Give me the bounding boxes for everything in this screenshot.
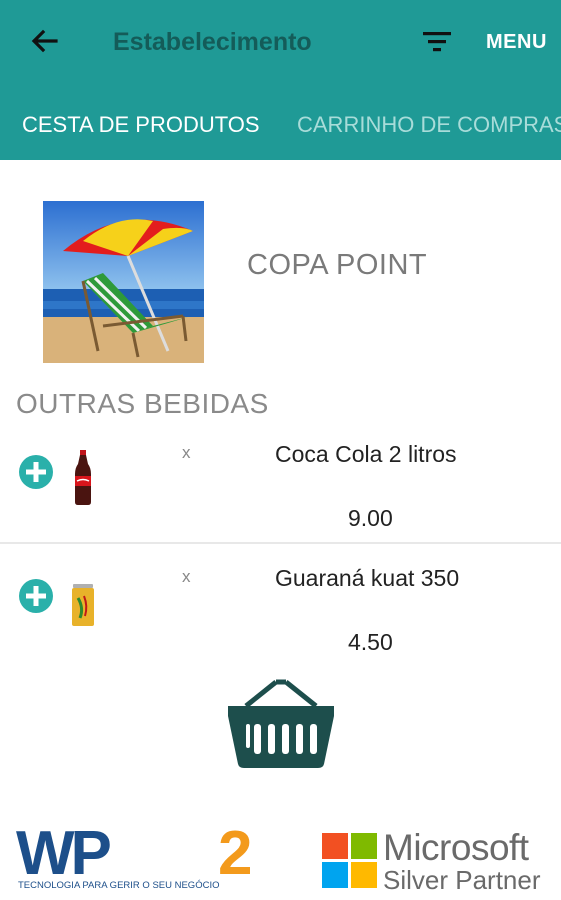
microsoft-logo xyxy=(322,833,378,889)
tab-carrinho-de-compras[interactable]: CARRINHO DE COMPRAS xyxy=(297,110,561,140)
divider xyxy=(0,542,561,544)
product-row: x Coca Cola 2 litros 9.00 xyxy=(0,424,561,546)
product-row: x Guaraná kuat 350 4.50 xyxy=(0,548,561,670)
tab-bar: CESTA DE PRODUTOS CARRINHO DE COMPRAS xyxy=(0,96,561,160)
store-name: COPA POINT xyxy=(247,249,428,281)
product-price: 9.00 xyxy=(348,505,393,531)
partner-level: Silver Partner xyxy=(383,865,541,895)
app-bar: Estabelecimento MENU CESTA DE PRODUTOS C… xyxy=(0,0,561,160)
svg-text:TECNOLOGIA PARA GERIR O SEU NE: TECNOLOGIA PARA GERIR O SEU NEGÓCIO xyxy=(18,880,219,891)
svg-text:2: 2 xyxy=(218,826,252,888)
partner-name: Microsoft xyxy=(383,827,529,868)
page-title: Estabelecimento xyxy=(113,28,312,56)
back-arrow-icon[interactable] xyxy=(26,24,62,60)
add-circle-icon[interactable] xyxy=(18,578,54,614)
guarana-can-icon xyxy=(70,574,96,630)
quantity-marker: x xyxy=(182,567,191,586)
product-name: Coca Cola 2 litros xyxy=(275,441,457,467)
basket-icon[interactable] xyxy=(224,676,338,770)
section-title: OUTRAS BEBIDAS xyxy=(16,388,269,419)
tab-cesta-de-produtos[interactable]: CESTA DE PRODUTOS xyxy=(22,110,260,140)
product-price: 4.50 xyxy=(348,629,393,655)
quantity-marker: x xyxy=(182,443,191,462)
filter-icon[interactable] xyxy=(420,26,454,58)
store-image xyxy=(43,201,204,363)
cola-bottle-icon xyxy=(70,450,96,506)
svg-text:WP: WP xyxy=(16,826,111,888)
menu-button[interactable]: MENU xyxy=(486,26,547,58)
wp2-logo: WP 2 TECNOLOGIA PARA GERIR O SEU NEGÓCIO xyxy=(14,819,324,892)
product-name: Guaraná kuat 350 xyxy=(275,565,460,591)
add-circle-icon[interactable] xyxy=(18,454,54,490)
toolbar: Estabelecimento MENU xyxy=(0,0,561,84)
